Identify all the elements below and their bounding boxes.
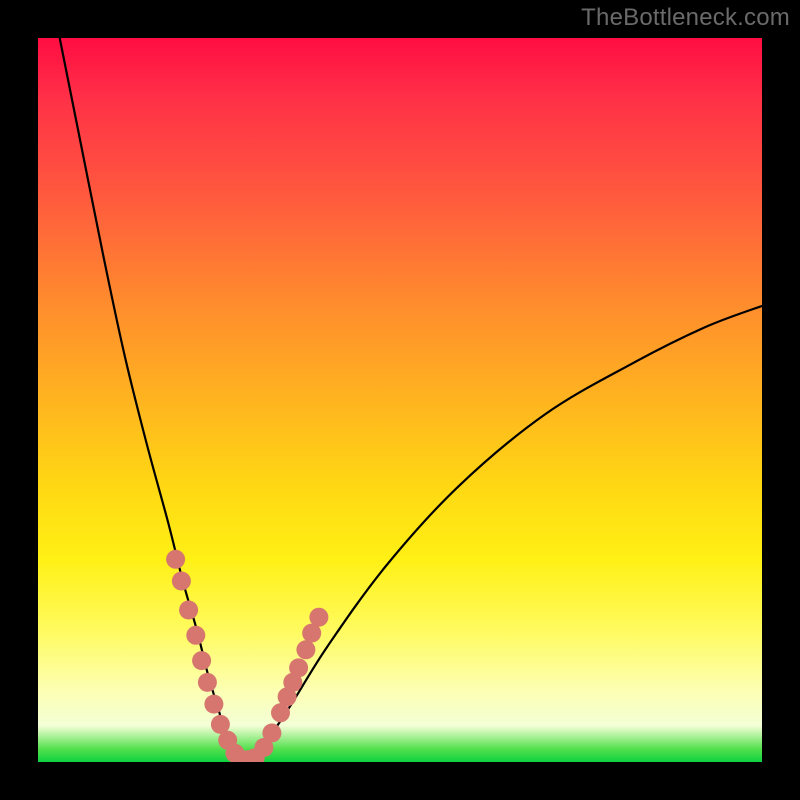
marker-dot [172, 572, 191, 591]
marker-dot [166, 550, 185, 569]
watermark-text: TheBottleneck.com [581, 4, 790, 32]
marker-dot [262, 724, 281, 743]
chart-frame: TheBottleneck.com [0, 0, 800, 800]
bottleneck-curve [60, 38, 762, 761]
marker-dot [296, 640, 315, 659]
marker-dot [198, 673, 217, 692]
marker-dot [204, 695, 223, 714]
plot-area [38, 38, 762, 762]
marker-dot [192, 651, 211, 670]
curve-layer [38, 38, 762, 762]
marker-dot [289, 658, 308, 677]
highlighted-points [166, 550, 328, 762]
marker-dot [309, 608, 328, 627]
marker-dot [179, 601, 198, 620]
marker-dot [186, 626, 205, 645]
